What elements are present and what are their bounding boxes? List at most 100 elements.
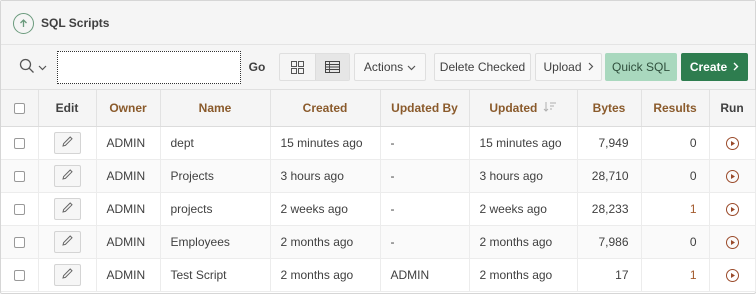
run-cell bbox=[709, 159, 756, 193]
bytes-cell: 28,233 bbox=[577, 192, 642, 226]
name-cell[interactable]: dept bbox=[160, 126, 271, 160]
actions-label: Actions bbox=[363, 60, 404, 74]
updated-by-cell: - bbox=[380, 192, 470, 226]
toolbar: Go Actions Delete Checked Upload Quick S… bbox=[1, 45, 755, 90]
edit-button[interactable] bbox=[53, 164, 81, 187]
updated-by-cell: - bbox=[380, 225, 470, 259]
select-all-header[interactable] bbox=[1, 90, 39, 127]
table-row: ADMIN Employees 2 months ago - 2 months … bbox=[1, 225, 756, 259]
chevron-down-icon bbox=[407, 60, 416, 74]
owner-cell: ADMIN bbox=[96, 258, 161, 292]
updated-by-cell: - bbox=[380, 159, 470, 193]
col-created[interactable]: Created bbox=[270, 90, 381, 127]
col-bytes[interactable]: Bytes bbox=[577, 90, 642, 127]
updated-cell: 2 months ago bbox=[469, 258, 578, 292]
col-owner[interactable]: Owner bbox=[96, 90, 161, 127]
results-cell: 0 bbox=[641, 126, 710, 160]
chevron-right-icon bbox=[588, 60, 594, 74]
pencil-icon bbox=[61, 267, 74, 283]
bytes-cell: 7,986 bbox=[577, 225, 642, 259]
row-checkbox[interactable] bbox=[13, 236, 25, 248]
run-cell bbox=[709, 225, 756, 259]
edit-cell bbox=[38, 192, 97, 226]
row-checkbox[interactable] bbox=[13, 137, 25, 149]
scripts-table: Edit Owner Name Created Updated By Updat… bbox=[1, 90, 756, 292]
region-title: SQL Scripts bbox=[41, 16, 110, 30]
col-updated-label: Updated bbox=[489, 100, 538, 115]
edit-button[interactable] bbox=[53, 197, 81, 220]
created-cell: 2 months ago bbox=[270, 258, 381, 292]
upload-label: Upload bbox=[543, 60, 582, 74]
row-select-cell bbox=[1, 225, 39, 259]
row-select-cell bbox=[1, 258, 39, 292]
collapse-up-icon[interactable] bbox=[13, 13, 34, 34]
row-checkbox[interactable] bbox=[13, 203, 25, 215]
row-checkbox[interactable] bbox=[13, 170, 25, 182]
actions-button[interactable]: Actions bbox=[354, 53, 426, 81]
table-row: ADMIN Projects 3 hours ago - 3 hours ago… bbox=[1, 159, 756, 193]
create-label: Create bbox=[689, 60, 728, 74]
col-run: Run bbox=[709, 90, 756, 127]
col-results[interactable]: Results bbox=[641, 90, 710, 127]
created-cell: 2 weeks ago bbox=[270, 192, 381, 226]
name-cell[interactable]: projects bbox=[160, 192, 271, 226]
bytes-cell: 17 bbox=[577, 258, 642, 292]
table-header-row: Edit Owner Name Created Updated By Updat… bbox=[1, 90, 756, 127]
row-select-cell bbox=[1, 126, 39, 160]
select-all-checkbox[interactable] bbox=[13, 103, 25, 115]
run-cell bbox=[709, 192, 756, 226]
created-cell: 15 minutes ago bbox=[270, 126, 381, 160]
delete-checked-button[interactable]: Delete Checked bbox=[434, 53, 531, 81]
created-cell: 2 months ago bbox=[270, 225, 381, 259]
col-updated-by[interactable]: Updated By bbox=[380, 90, 470, 127]
name-cell[interactable]: Employees bbox=[160, 225, 271, 259]
col-edit: Edit bbox=[38, 90, 97, 127]
pencil-icon bbox=[61, 168, 74, 184]
search-column-menu[interactable] bbox=[9, 53, 57, 81]
bytes-cell: 7,949 bbox=[577, 126, 642, 160]
updated-cell: 3 hours ago bbox=[469, 159, 578, 193]
results-cell: 0 bbox=[641, 225, 710, 259]
play-icon[interactable] bbox=[725, 136, 739, 150]
upload-button[interactable]: Upload bbox=[535, 53, 602, 81]
search-input[interactable] bbox=[57, 51, 241, 84]
edit-button[interactable] bbox=[53, 230, 81, 253]
view-switcher bbox=[279, 53, 350, 81]
bytes-cell: 28,710 bbox=[577, 159, 642, 193]
region-header: SQL Scripts bbox=[1, 1, 755, 45]
created-cell: 3 hours ago bbox=[270, 159, 381, 193]
quick-sql-button[interactable]: Quick SQL bbox=[605, 53, 677, 81]
edit-cell bbox=[38, 258, 97, 292]
edit-cell bbox=[38, 126, 97, 160]
row-select-cell bbox=[1, 159, 39, 193]
name-cell[interactable]: Test Script bbox=[160, 258, 271, 292]
pencil-icon bbox=[61, 201, 74, 217]
row-checkbox[interactable] bbox=[13, 269, 25, 281]
col-name[interactable]: Name bbox=[160, 90, 271, 127]
report-view-icon[interactable] bbox=[314, 54, 349, 80]
go-button[interactable]: Go bbox=[242, 53, 272, 81]
pencil-icon bbox=[61, 234, 74, 250]
name-cell[interactable]: Projects bbox=[160, 159, 271, 193]
edit-button[interactable] bbox=[53, 131, 81, 154]
edit-button[interactable] bbox=[53, 263, 81, 286]
play-icon[interactable] bbox=[725, 235, 739, 249]
col-updated[interactable]: Updated bbox=[469, 90, 578, 127]
updated-by-cell: - bbox=[380, 126, 470, 160]
pencil-icon bbox=[61, 135, 74, 151]
owner-cell: ADMIN bbox=[96, 159, 161, 193]
sql-scripts-region: SQL Scripts Go Actions Delete Checked Up… bbox=[0, 0, 756, 294]
icons-view-icon[interactable] bbox=[280, 54, 315, 80]
play-icon[interactable] bbox=[725, 202, 739, 216]
updated-cell: 15 minutes ago bbox=[469, 126, 578, 160]
updated-cell: 2 weeks ago bbox=[469, 192, 578, 226]
edit-cell bbox=[38, 159, 97, 193]
play-icon[interactable] bbox=[725, 169, 739, 183]
owner-cell: ADMIN bbox=[96, 126, 161, 160]
create-button[interactable]: Create bbox=[681, 53, 748, 81]
play-icon[interactable] bbox=[725, 268, 739, 282]
results-cell: 0 bbox=[641, 159, 710, 193]
search-icon bbox=[19, 58, 35, 77]
run-cell bbox=[709, 258, 756, 292]
edit-cell bbox=[38, 225, 97, 259]
